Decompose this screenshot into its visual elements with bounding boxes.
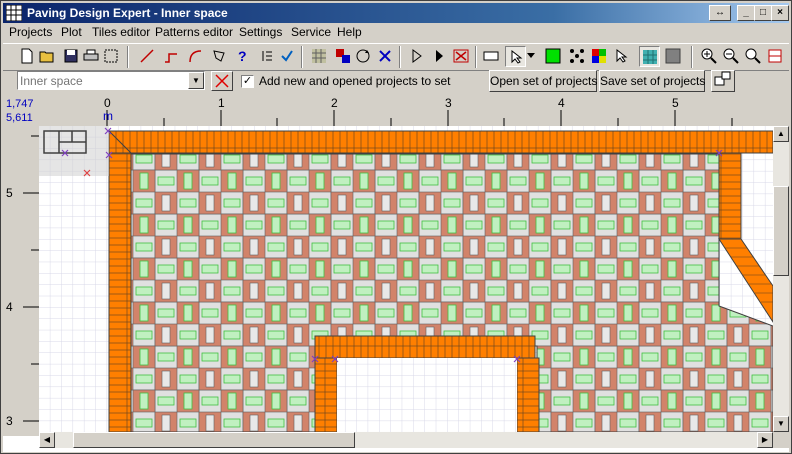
scroll-down-button[interactable]: ▼: [773, 416, 789, 432]
separator: [127, 46, 129, 68]
save-set-button[interactable]: Save set of projects: [599, 70, 705, 92]
add-projects-label: Add new and opened projects to set: [259, 74, 451, 88]
print-icon[interactable]: [81, 46, 101, 66]
ruler-label: 5: [6, 186, 13, 200]
separator: [475, 46, 477, 68]
menu-help[interactable]: Help: [337, 25, 362, 39]
close-button[interactable]: ×: [771, 5, 789, 21]
menu-settings[interactable]: Settings: [239, 25, 282, 39]
menu-projects[interactable]: Projects: [9, 25, 52, 39]
ruler-label: 4: [6, 300, 13, 314]
zoom-out-icon[interactable]: [721, 46, 741, 66]
coord-y-readout: 5,611: [6, 112, 33, 124]
scroll-left-button[interactable]: ◀: [39, 432, 55, 448]
zoom-fit-icon[interactable]: [743, 46, 763, 66]
window-title: Paving Design Expert - Inner space: [27, 6, 228, 20]
menu-plot[interactable]: Plot: [61, 25, 82, 39]
project-combo[interactable]: ▼: [17, 71, 205, 90]
tile-icon[interactable]: [481, 46, 501, 66]
rotate-icon[interactable]: [353, 46, 373, 66]
new-icon[interactable]: [17, 46, 37, 66]
horizontal-ruler: 0 1 2 3 4 5 m: [39, 96, 789, 126]
coord-x-readout: 1,747: [6, 98, 34, 110]
open-set-button[interactable]: Open set of projects: [489, 70, 597, 92]
app-icon: [6, 5, 22, 21]
palette-icon[interactable]: [589, 46, 609, 66]
play-icon[interactable]: [429, 46, 449, 66]
unit-label: m: [103, 109, 113, 123]
menu-bar: Projects Plot Tiles editor Patterns edit…: [3, 23, 789, 41]
chevron-down-icon[interactable]: [525, 46, 537, 66]
add-projects-checkbox[interactable]: ✓: [241, 75, 254, 88]
vertical-ruler: 5 4 3: [3, 126, 39, 436]
scroll-right-button[interactable]: ▶: [757, 432, 773, 448]
ruler-corner: 1,747 5,611: [3, 96, 39, 126]
close-icon: [215, 74, 229, 88]
polyline-icon[interactable]: [161, 46, 181, 66]
scroll-up-button[interactable]: ▲: [773, 126, 789, 142]
save-icon[interactable]: [61, 46, 81, 66]
texture-icon[interactable]: [639, 46, 660, 67]
project-input[interactable]: [20, 73, 180, 88]
chevron-down-icon[interactable]: ▼: [188, 72, 204, 89]
horizontal-scroll-thumb[interactable]: [73, 432, 355, 448]
select-area-icon[interactable]: [101, 46, 121, 66]
paving-drawing[interactable]: [39, 126, 773, 432]
line-icon[interactable]: [137, 46, 157, 66]
gray-fill-icon[interactable]: [663, 46, 683, 66]
title-bar: Paving Design Expert - Inner space ↔ _ □…: [3, 3, 789, 23]
svg-text:?: ?: [238, 48, 247, 64]
separator: [301, 46, 303, 68]
ruler-label: 3: [6, 414, 13, 428]
separator: [691, 46, 693, 68]
layout-icon: [714, 71, 731, 86]
polygon-icon[interactable]: [209, 46, 229, 66]
paving-plan[interactable]: [39, 126, 773, 432]
pointer2-icon[interactable]: [611, 46, 631, 66]
main-toolbar: ?: [3, 43, 789, 71]
horizontal-scrollbar[interactable]: ◀ ▶: [39, 432, 773, 448]
project-set-bar: ▼ ✓ Add new and opened projects to set O…: [3, 69, 789, 95]
pointer-icon[interactable]: [505, 46, 526, 67]
play-marker-icon[interactable]: [407, 46, 427, 66]
delete-icon[interactable]: [375, 46, 395, 66]
ruler-label: 0: [104, 96, 111, 110]
menu-patterns-editor[interactable]: Patterns editor: [155, 25, 233, 39]
check-icon[interactable]: [277, 46, 297, 66]
menu-service[interactable]: Service: [291, 25, 331, 39]
menu-tiles-editor[interactable]: Tiles editor: [92, 25, 150, 39]
ruler-label: 1: [218, 96, 225, 110]
zoom-in-icon[interactable]: [699, 46, 719, 66]
minimize-button[interactable]: _: [737, 5, 755, 21]
help-cursor-icon[interactable]: ?: [233, 46, 253, 66]
points-icon[interactable]: [567, 46, 587, 66]
ruler-ticks: [23, 135, 39, 422]
maximize-button[interactable]: □: [754, 5, 772, 21]
restore-arrows-button[interactable]: ↔: [709, 5, 731, 21]
zoom-page-icon[interactable]: [765, 46, 785, 66]
separator: [399, 46, 401, 68]
remove-project-button[interactable]: [211, 71, 233, 91]
app-window: Paving Design Expert - Inner space ↔ _ □…: [0, 0, 792, 454]
arc-icon[interactable]: [185, 46, 205, 66]
fill-icon[interactable]: [333, 46, 353, 66]
cancel-icon[interactable]: [451, 46, 471, 66]
ruler-label: 2: [331, 96, 338, 110]
vertical-scroll-thumb[interactable]: [773, 186, 789, 276]
vertical-scrollbar[interactable]: ▲ ▼: [773, 126, 789, 432]
ruler-label: 3: [445, 96, 452, 110]
scroll-corner: [773, 432, 789, 448]
ruler-label: 5: [672, 96, 679, 110]
fill-green-icon[interactable]: [543, 46, 563, 66]
design-canvas-area: 1,747 5,611 0 1 2 3 4 5 m 5 4 3 ▲ ▼ ◀ ▶: [3, 96, 789, 452]
grid-icon[interactable]: [309, 46, 329, 66]
open-icon[interactable]: [37, 46, 57, 66]
set-layout-button[interactable]: [711, 70, 735, 92]
numbering-icon[interactable]: [257, 46, 277, 66]
ruler-label: 4: [558, 96, 565, 110]
